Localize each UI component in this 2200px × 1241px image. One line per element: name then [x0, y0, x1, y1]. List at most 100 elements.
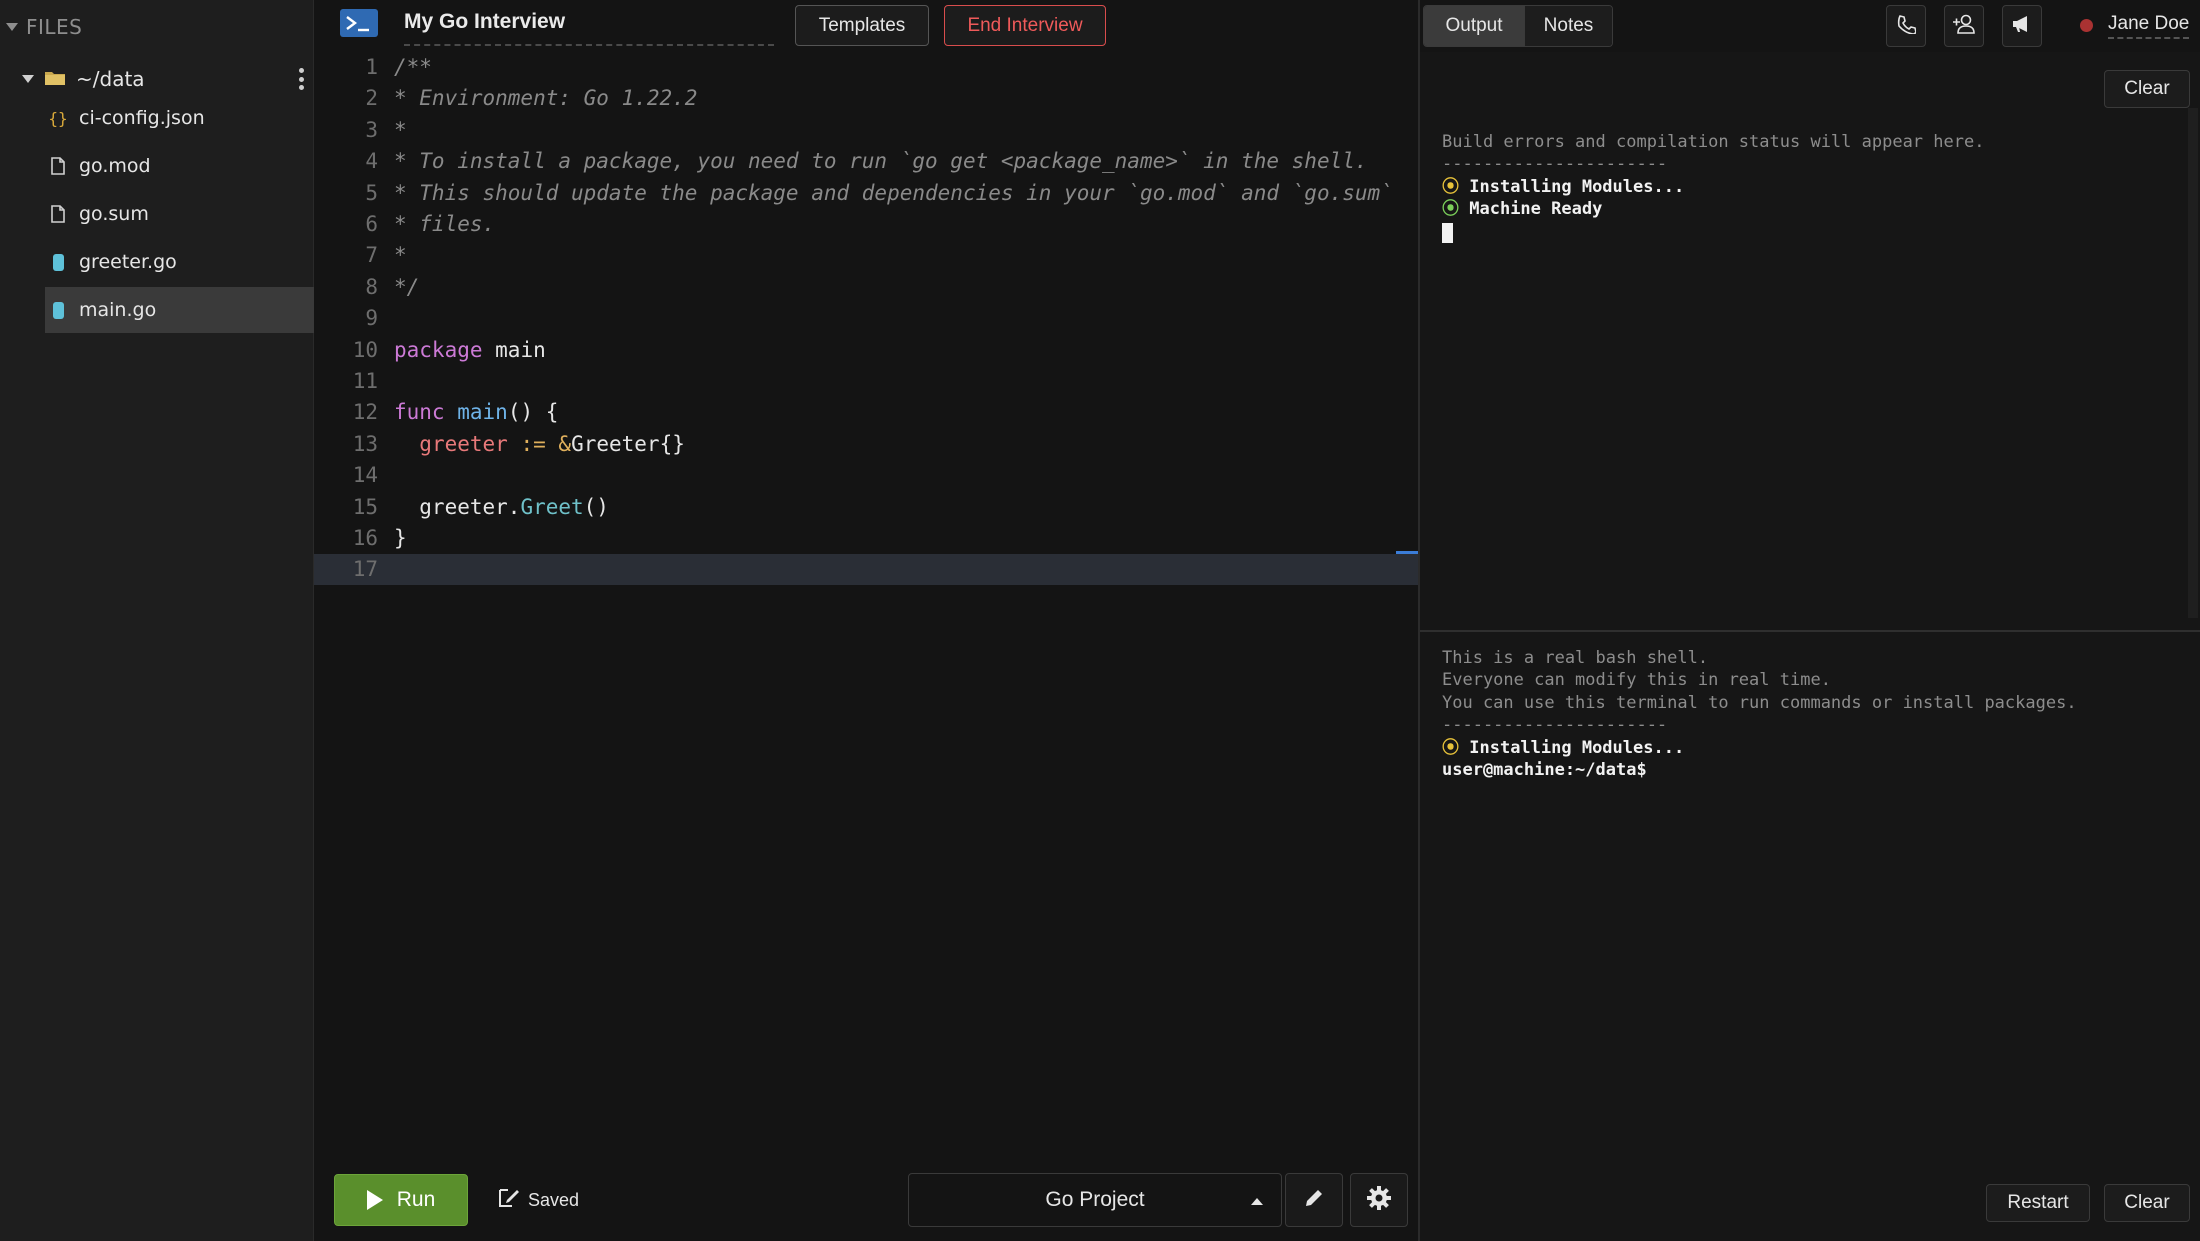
- code-text[interactable]: *: [394, 115, 407, 146]
- line-number: 17: [352, 557, 378, 582]
- line-number: 5: [365, 180, 378, 205]
- output-clear-button[interactable]: Clear: [2104, 70, 2190, 108]
- code-line[interactable]: 14: [314, 460, 1418, 491]
- file-label: main.go: [79, 299, 157, 321]
- file-label: go.mod: [79, 155, 151, 177]
- line-number: 13: [352, 431, 378, 456]
- project-select[interactable]: Go Project: [908, 1173, 1282, 1227]
- shell-clear-button[interactable]: Clear: [2104, 1184, 2190, 1222]
- file-go-mod[interactable]: go.mod: [45, 143, 314, 189]
- code-text[interactable]: /**: [394, 52, 432, 83]
- announce-button[interactable]: [2002, 5, 2042, 47]
- megaphone-icon: [2011, 14, 2033, 38]
- code-text[interactable]: * files.: [394, 209, 495, 240]
- code-line[interactable]: 5 * This should update the package and de…: [314, 178, 1418, 209]
- pad-title[interactable]: My Go Interview: [404, 6, 774, 46]
- code-text[interactable]: * Environment: Go 1.22.2: [394, 83, 697, 114]
- edit-button[interactable]: [1285, 1173, 1343, 1227]
- code-line[interactable]: 13 greeter := &Greeter{}: [314, 429, 1418, 460]
- saved-status: Saved: [498, 1188, 579, 1213]
- go-file-icon: [49, 251, 67, 273]
- code-text[interactable]: */: [394, 272, 419, 303]
- gear-icon: [1366, 1185, 1392, 1215]
- output-status-ready: ⦿ Machine Ready: [1442, 198, 1602, 221]
- code-line[interactable]: 11: [314, 366, 1418, 397]
- code-line[interactable]: 4 * To install a package, you need to run…: [314, 146, 1418, 177]
- cursor-indicator: [1396, 551, 1418, 555]
- code-line[interactable]: 8 */: [314, 272, 1418, 303]
- line-number: 3: [365, 117, 378, 142]
- code-line[interactable]: 7 *: [314, 240, 1418, 271]
- pane-divider[interactable]: [1420, 630, 2200, 632]
- code-text[interactable]: * To install a package, you need to run …: [394, 146, 1368, 177]
- collapse-triangle-icon: [6, 23, 18, 31]
- call-button[interactable]: [1886, 5, 1926, 47]
- restart-button[interactable]: Restart: [1986, 1184, 2090, 1222]
- run-label: Run: [396, 1188, 436, 1211]
- right-panel-header: Output Notes Jane Doe: [1420, 0, 2200, 52]
- file-icon: [49, 203, 67, 225]
- line-number: 9: [365, 306, 378, 331]
- caret-up-icon: [1251, 1198, 1263, 1205]
- tab-output[interactable]: Output: [1424, 6, 1524, 46]
- line-number: 4: [365, 149, 378, 174]
- files-header-label: FILES: [26, 15, 83, 39]
- code-text[interactable]: * This should update the package and dep…: [394, 178, 1393, 209]
- templates-button[interactable]: Templates: [795, 5, 929, 46]
- status-ready-icon: ⦿: [1442, 199, 1459, 219]
- terminal-logo-icon: [340, 9, 378, 37]
- saved-icon: [498, 1188, 520, 1213]
- code-line[interactable]: 1 /**: [314, 52, 1418, 83]
- line-number: 6: [365, 212, 378, 236]
- code-editor[interactable]: 1/** 2 * Environment: Go 1.22.2 3 * 4 * To ins…: [314, 52, 1418, 1166]
- folder-label: ~/data: [76, 67, 145, 91]
- code-line[interactable]: 12 func main() {: [314, 397, 1418, 428]
- user-status-dot: [2080, 19, 2093, 32]
- pencil-icon: [1302, 1186, 1326, 1214]
- file-label: ci-config.json: [79, 107, 205, 129]
- code-line[interactable]: 9: [314, 303, 1418, 334]
- status-text: Machine Ready: [1469, 199, 1603, 219]
- code-text[interactable]: }: [394, 523, 407, 554]
- line-number: 1: [365, 55, 378, 79]
- code-line[interactable]: 2 * Environment: Go 1.22.2: [314, 83, 1418, 114]
- editor-header: My Go Interview Templates End Interview: [314, 0, 1418, 52]
- code-line[interactable]: 6 * files.: [314, 209, 1418, 240]
- pad-title-text: My Go Interview: [404, 10, 566, 33]
- go-file-icon: [49, 299, 67, 321]
- code-text[interactable]: greeter := &Greeter{}: [394, 429, 685, 460]
- line-number: 2: [365, 86, 378, 111]
- code-line[interactable]: 10 package main: [314, 335, 1418, 366]
- code-text[interactable]: package main: [394, 335, 546, 366]
- line-number: 15: [352, 494, 378, 519]
- code-text[interactable]: func main() {: [394, 397, 558, 428]
- file-greeter-go[interactable]: greeter.go: [45, 239, 314, 285]
- files-header[interactable]: FILES: [6, 14, 82, 40]
- shell-prompt[interactable]: user@machine:~/data$: [1442, 759, 1647, 782]
- saved-label: Saved: [528, 1190, 580, 1210]
- line-number: 14: [352, 463, 378, 488]
- code-text[interactable]: *: [394, 240, 407, 271]
- settings-button[interactable]: [1350, 1173, 1408, 1227]
- folder-expand-triangle-icon: [22, 75, 34, 83]
- code-text[interactable]: greeter.Greet(): [394, 492, 609, 523]
- add-user-button[interactable]: [1944, 5, 1984, 47]
- code-line[interactable]: 15 greeter.Greet(): [314, 492, 1418, 523]
- code-line[interactable]: 17: [314, 551, 1418, 586]
- user-name[interactable]: Jane Doe: [2108, 13, 2190, 39]
- status-pending-icon: ⦿: [1442, 738, 1459, 758]
- file-ci-config-json[interactable]: {} ci-config.json: [45, 95, 314, 141]
- tab-notes[interactable]: Notes: [1524, 6, 1612, 46]
- output-cursor: [1442, 222, 1453, 245]
- file-go-sum[interactable]: go.sum: [45, 191, 314, 237]
- more-options-icon[interactable]: [298, 68, 304, 90]
- end-interview-button[interactable]: End Interview: [944, 5, 1106, 46]
- folder-data[interactable]: ~/data: [22, 64, 314, 94]
- code-line[interactable]: 16}: [314, 523, 1418, 554]
- line-number: 10: [352, 337, 378, 362]
- code-line[interactable]: 3 *: [314, 115, 1418, 146]
- run-button[interactable]: Run: [334, 1174, 468, 1226]
- output-separator: ----------------------: [1442, 154, 1668, 174]
- file-main-go[interactable]: main.go: [45, 287, 314, 333]
- output-scrollbar[interactable]: [2188, 108, 2198, 618]
